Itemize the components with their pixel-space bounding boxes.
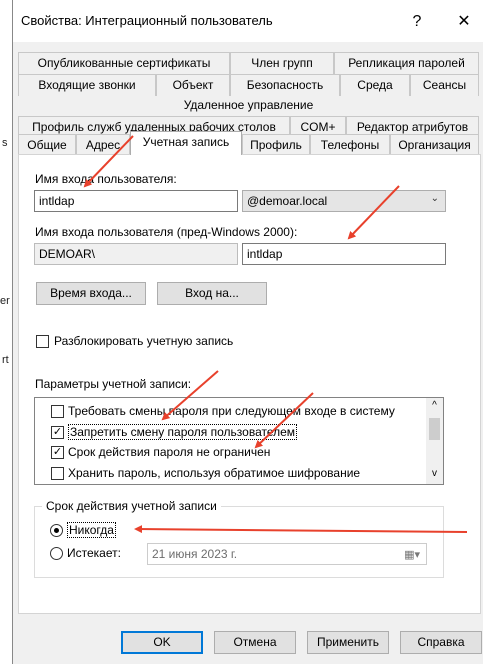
check-icon: ✓ [52, 426, 63, 438]
pre2000-logon-label: Имя входа пользователя (пред-Windows 200… [35, 225, 298, 239]
scroll-thumb[interactable] [429, 418, 440, 440]
tab-sessions[interactable]: Сеансы [410, 74, 479, 96]
scroll-up-icon[interactable]: ^ [426, 400, 443, 411]
ok-button[interactable]: OK [121, 631, 203, 654]
account-options-label: Параметры учетной записи: [35, 377, 192, 391]
radio-selected-dot [54, 528, 59, 533]
background-fragment: er [0, 295, 10, 307]
option-label: Требовать смены пароля при следующем вхо… [68, 404, 395, 418]
tab-member-of[interactable]: Член групп [230, 52, 334, 74]
calendar-icon: ▦▾ [404, 549, 420, 561]
window-title: Свойства: Интеграционный пользователь [21, 13, 273, 28]
domain-suffix-value: @demoar.local [247, 194, 328, 208]
cancel-button[interactable]: Отмена [214, 631, 296, 654]
account-options-list[interactable]: Требовать смены пароля при следующем вхо… [34, 397, 444, 485]
option-checkbox[interactable] [51, 467, 64, 480]
list-item[interactable]: ✓ Запретить смену пароля пользователем [35, 422, 427, 442]
help-icon[interactable]: ? [404, 10, 430, 34]
expires-label: Истекает: [67, 546, 121, 560]
option-label: Хранить пароль, используя обратимое шифр… [68, 466, 361, 480]
tab-organization[interactable]: Организация [390, 134, 479, 156]
option-checkbox[interactable] [51, 405, 64, 418]
account-expires-title: Срок действия учетной записи [42, 499, 221, 513]
check-icon: ✓ [52, 446, 63, 458]
unlock-account-label: Разблокировать учетную запись [54, 334, 234, 348]
option-label: Срок действия пароля не ограничен [68, 445, 271, 459]
option-checkbox[interactable]: ✓ [51, 426, 64, 439]
title-bar: Свойства: Интеграционный пользователь ? … [13, 0, 483, 42]
logon-hours-button[interactable]: Время входа... [36, 282, 146, 305]
tab-environment[interactable]: Среда [340, 74, 410, 96]
tab-security[interactable]: Безопасность [230, 74, 340, 96]
logon-name-label: Имя входа пользователя: [35, 172, 177, 186]
tab-remote-control[interactable]: Удаленное управление [18, 95, 479, 117]
unlock-account-checkbox[interactable] [36, 335, 49, 348]
list-item[interactable]: ✓ Срок действия пароля не ограничен [35, 442, 427, 462]
account-expires-group [34, 506, 444, 578]
tab-object[interactable]: Объект [156, 74, 230, 96]
tab-profile[interactable]: Профиль [242, 134, 310, 156]
help-button[interactable]: Справка [400, 631, 482, 654]
expiry-date-picker: 21 июня 2023 г. ▦▾ [147, 543, 427, 565]
background-fragment: s [2, 137, 8, 149]
tab-telephones[interactable]: Телефоны [310, 134, 390, 156]
pre2000-logon-input[interactable]: intldap [242, 243, 446, 265]
close-icon[interactable]: ✕ [451, 10, 477, 34]
domain-suffix-select[interactable]: @demoar.local ⌄ [242, 190, 446, 212]
tab-dial-in[interactable]: Входящие звонки [18, 74, 156, 96]
pre2000-domain-field: DEMOAR\ [34, 243, 238, 265]
logon-name-input[interactable]: intldap [34, 190, 238, 212]
tab-address[interactable]: Адрес [76, 134, 130, 156]
option-label: Запретить смену пароля пользователем [68, 424, 298, 440]
expires-radio[interactable] [50, 547, 63, 560]
tab-general[interactable]: Общие [18, 134, 76, 156]
tab-account[interactable]: Учетная запись [130, 131, 242, 155]
never-radio[interactable] [50, 524, 63, 537]
scroll-down-icon[interactable]: v [426, 468, 443, 479]
list-item[interactable]: Хранить пароль, используя обратимое шифр… [35, 463, 427, 483]
options-scrollbar[interactable]: ^ v [426, 398, 443, 484]
background-fragment: rt [2, 354, 9, 366]
logon-to-button[interactable]: Вход на... [157, 282, 267, 305]
list-item[interactable]: Требовать смены пароля при следующем вхо… [35, 401, 427, 421]
tab-published-certificates[interactable]: Опубликованные сертификаты [18, 52, 230, 74]
chevron-down-icon: ⌄ [430, 193, 439, 204]
never-label: Никогда [67, 522, 116, 538]
apply-button[interactable]: Применить [307, 631, 389, 654]
option-checkbox[interactable]: ✓ [51, 446, 64, 459]
expiry-date-value: 21 июня 2023 г. [152, 547, 238, 561]
tab-password-replication[interactable]: Репликация паролей [334, 52, 479, 74]
